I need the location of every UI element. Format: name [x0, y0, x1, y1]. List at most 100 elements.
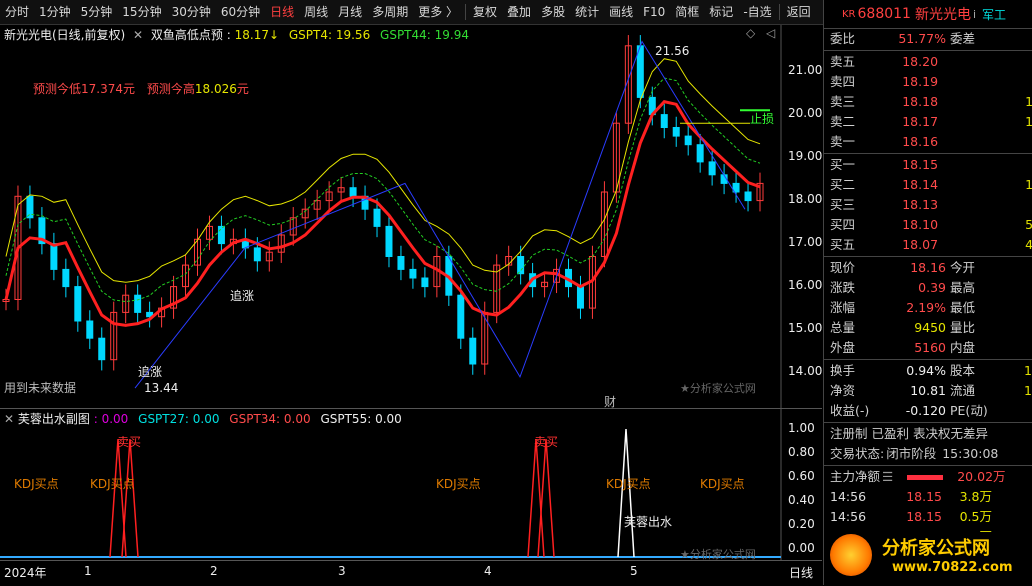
webi-value: 51.77%	[898, 31, 946, 46]
toolbar-item-6[interactable]: 日线	[265, 0, 299, 24]
toolbar-item-5[interactable]: 60分钟	[216, 0, 265, 24]
bid-row-4[interactable]: 买五 18.07 4	[824, 235, 1032, 255]
fin-list: 换手 0.94% 股本 1 净资 10.81 流通 1 收益(-) -0.120 PE(动)	[824, 361, 1032, 421]
ask-row-4-vol	[1013, 132, 1032, 152]
weicha-label: 委差	[950, 31, 976, 46]
stock-header: KR 688011 新光光电 i 军工	[824, 0, 1032, 29]
ask-row-4[interactable]: 卖一 18.16	[824, 132, 1032, 152]
bid-row-0[interactable]: 买一 18.15	[824, 155, 1032, 175]
diamond-icon[interactable]: ◇	[746, 26, 755, 40]
candle-body	[636, 45, 644, 98]
bid-row-2[interactable]: 买三 18.13	[824, 195, 1032, 215]
candle-body	[684, 135, 692, 146]
fin-extra-2	[1010, 401, 1032, 421]
ylabels-main-tick-5: 16.00	[788, 278, 823, 292]
toolbar-item-8[interactable]: 月线	[333, 0, 367, 24]
sub-v1: : 0.00	[93, 412, 129, 426]
candle-body	[217, 225, 225, 245]
toolbar-item-18[interactable]: 标记	[704, 0, 738, 24]
toolbar-item-1[interactable]: 1分钟	[34, 0, 76, 24]
tick-time-1: 14:56	[830, 509, 867, 524]
fin-label-2: 收益(-)	[830, 403, 870, 418]
quote-label-2: 涨幅	[830, 300, 856, 315]
menu-icon[interactable]: ☰	[882, 467, 893, 487]
webi-label: 委比	[830, 31, 856, 46]
quote-label-3: 总量	[830, 320, 856, 335]
fin-row-2: 收益(-) -0.120 PE(动)	[824, 401, 1032, 421]
toolbar-item-11[interactable]: 复权	[468, 0, 502, 24]
low-mark: 13.44	[144, 381, 179, 395]
green-dotted-line	[5, 77, 761, 303]
quote-label-0: 现价	[830, 260, 856, 275]
prediction-line: 预测今低17.374元 预测今高18.026元	[33, 80, 249, 97]
candle-body	[672, 127, 680, 137]
toolbar-item-19[interactable]: -自选	[738, 0, 776, 24]
status-value: 闭市阶段	[886, 446, 937, 461]
candle-body	[660, 114, 668, 128]
toolbar-item-12[interactable]: 叠加	[502, 0, 536, 24]
fin-value-1: 10.81	[910, 383, 946, 398]
gspt27-value: GSPT27: 0.00	[138, 412, 220, 426]
sub-title[interactable]: 芙蓉出水副图	[18, 412, 90, 426]
toolbar-item-14[interactable]: 统计	[570, 0, 604, 24]
toolbar-item-3[interactable]: 15分钟	[117, 0, 166, 24]
kdj-label-3: KDJ买点	[436, 477, 481, 491]
bid-row-3-label: 买四	[830, 217, 856, 232]
toolbar-item-10[interactable]: 更多 〉	[413, 0, 463, 24]
toolbar-item-9[interactable]: 多周期	[367, 0, 413, 24]
tick-row-0: 14:56 18.15 3.8万	[824, 487, 1032, 507]
axis-month-2: 2	[210, 564, 218, 578]
sub-indicator-chart[interactable]: ✕ 芙蓉出水副图 : 0.00 GSPT27: 0.00 GSPT34: 0.0…	[0, 408, 822, 561]
quote-row-0: 现价 18.16 今开	[824, 258, 1032, 278]
toolbar-item-17[interactable]: 简框	[670, 0, 704, 24]
bid-list: 买一 18.15 买二 18.14 1 买三 18.13 买四 18.10 5 买五 18.07 4	[824, 155, 1032, 255]
fin-label2-0: 股本	[950, 363, 976, 378]
sub-close-x-icon[interactable]: ✕	[4, 412, 14, 426]
ask-row-0-label: 卖五	[830, 54, 856, 69]
toolbar-item-13[interactable]: 多股	[536, 0, 570, 24]
ask-row-2[interactable]: 卖三 18.18 1	[824, 92, 1032, 112]
bid-row-1[interactable]: 买二 18.14 1	[824, 175, 1032, 195]
gspt44-value: GSPT44: 19.94	[380, 28, 469, 42]
toolbar-item-15[interactable]: 画线	[604, 0, 638, 24]
indicator-name[interactable]: 双鱼高低点预	[151, 28, 223, 42]
ylabels-main-tick-4: 17.00	[788, 235, 823, 249]
quote-label-1: 涨跌	[830, 280, 856, 295]
toolbar-item-4[interactable]: 30分钟	[167, 0, 216, 24]
period-label[interactable]: 日线	[789, 564, 813, 581]
candle-body	[696, 144, 704, 163]
toolbar-item-7[interactable]: 周线	[299, 0, 333, 24]
ask-row-3[interactable]: 卖二 18.17 1	[824, 112, 1032, 132]
toolbar-item-2[interactable]: 5分钟	[76, 0, 118, 24]
collapse-icon[interactable]: ◁	[766, 26, 775, 40]
reg-info: 注册制 已盈利 表决权无差异	[830, 426, 988, 441]
ask-row-0[interactable]: 卖五 18.20	[824, 52, 1032, 72]
bid-row-1-vol: 1	[1025, 177, 1032, 192]
ask-row-3-price: 18.17	[902, 114, 939, 129]
candle-body	[576, 286, 584, 309]
ylabels-main-tick-7: 14.00	[788, 364, 823, 378]
bid-row-3[interactable]: 买四 18.10 5	[824, 215, 1032, 235]
sector-tag[interactable]: 军工	[982, 6, 1006, 23]
axis-month-3: 3	[338, 564, 346, 578]
close-x-icon[interactable]: ✕	[133, 28, 143, 42]
tick-price-0: 18.15	[906, 489, 942, 504]
bid-row-4-vol: 4	[1025, 237, 1032, 252]
toolbar-item-0[interactable]: 分时	[0, 0, 34, 24]
ask-row-1[interactable]: 卖四 18.19	[824, 72, 1032, 92]
candle-body	[253, 247, 261, 262]
status-row: 交易状态: 闭市阶段 15:30:08	[824, 444, 1032, 464]
info-icon[interactable]: i	[973, 8, 976, 21]
fin-value-2: -0.120	[905, 403, 946, 418]
toolbar-item-20[interactable]: 返回	[782, 0, 816, 24]
logo-box: 分析家公式网 www.70822.com	[826, 532, 1031, 582]
bid-row-2-vol	[1013, 195, 1032, 215]
tick-time-0: 14:56	[830, 489, 867, 504]
sell-label-2: 卖买	[534, 435, 559, 449]
ask-row-1-label: 卖四	[830, 74, 856, 89]
kdj-label-2: KDJ买点	[90, 477, 135, 491]
ma-line	[4, 100, 761, 327]
toolbar-item-16[interactable]: F10	[638, 0, 670, 24]
main-kline-chart[interactable]: 新光光电(日线,前复权) ✕ 双鱼高低点预 : 18.17↓ GSPT4: 19…	[0, 25, 823, 409]
pred-high-label: 预测今高	[146, 82, 195, 96]
